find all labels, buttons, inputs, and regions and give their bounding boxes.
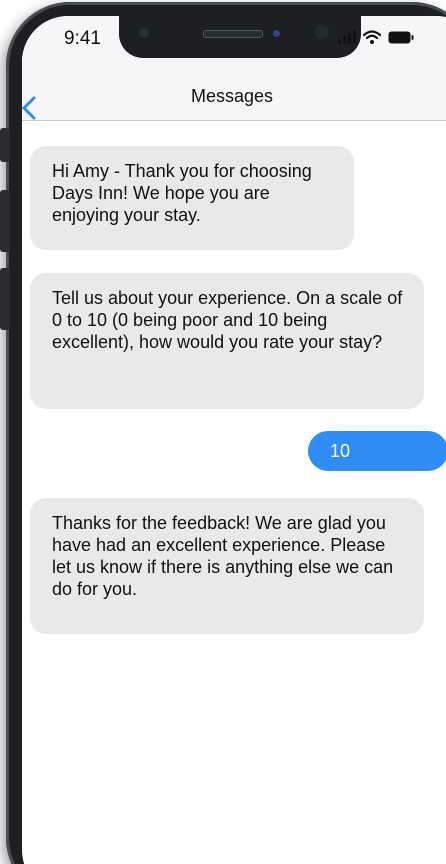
status-icons (338, 30, 414, 44)
volume-down-button (0, 268, 10, 330)
volume-up-button (0, 190, 10, 252)
wifi-icon (363, 30, 381, 44)
incoming-message: Tell us about your experience. On a scal… (30, 273, 424, 409)
phone-screen: 9:41 Messages Hi Amy - Thank you for cho… (22, 16, 446, 864)
status-time: 9:41 (64, 28, 101, 49)
camera-notch (119, 16, 361, 58)
incoming-message: Hi Amy - Thank you for choosing Days Inn… (30, 146, 354, 250)
phone-mockup: 9:41 Messages Hi Amy - Thank you for cho… (0, 0, 446, 864)
page-title: Messages (190, 86, 274, 106)
battery-icon (388, 31, 414, 44)
earpiece-speaker (203, 30, 263, 38)
outgoing-message: 10 (308, 431, 446, 471)
signal-icon (338, 30, 356, 44)
camera-lens (139, 28, 149, 38)
messages-header: 9:41 Messages (22, 16, 446, 121)
incoming-message: Thanks for the feedback! We are glad you… (30, 498, 424, 634)
mute-switch (0, 128, 10, 162)
sensor-dot (273, 30, 280, 37)
front-camera (315, 25, 329, 39)
